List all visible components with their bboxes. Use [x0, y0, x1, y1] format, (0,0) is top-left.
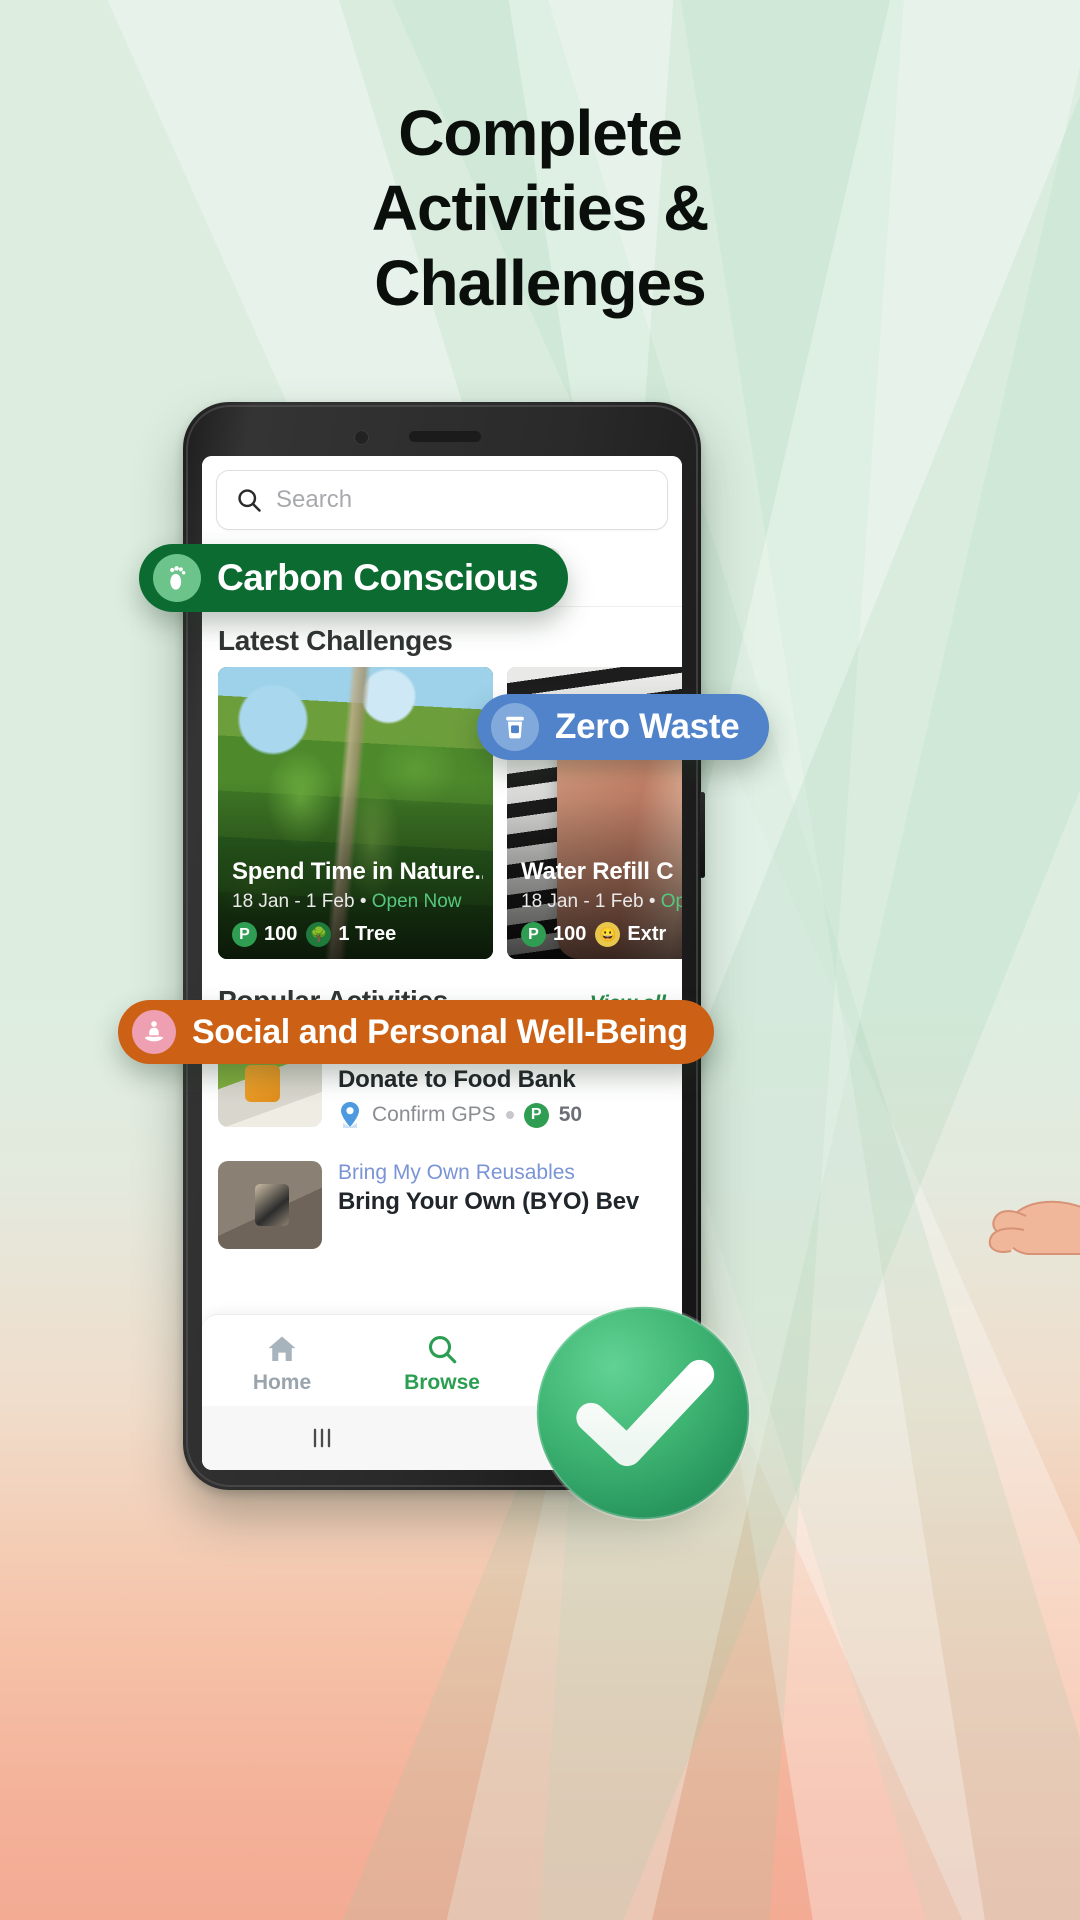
challenge-points: P 100	[521, 922, 586, 947]
nav-item-home[interactable]: Home	[203, 1332, 361, 1395]
challenges-section-title: Latest Challenges	[218, 625, 453, 656]
challenge-rewards: P 100 🌳 1 Tree	[232, 922, 483, 947]
activity-thumbnail	[218, 1161, 322, 1249]
challenge-title: Spend Time in Nature...	[232, 858, 483, 885]
challenge-status: Open Now	[371, 891, 462, 912]
activity-category: Bring My Own Reusables	[338, 1161, 575, 1184]
list-item[interactable]: Bring My Own Reusables Bring Your Own (B…	[202, 1139, 682, 1259]
nav-label-browse: Browse	[404, 1371, 480, 1394]
tree-icon: 🌳	[306, 922, 332, 947]
phone-power-button[interactable]	[700, 792, 705, 878]
badge-label: Carbon Conscious	[217, 557, 538, 598]
search-icon	[238, 489, 261, 512]
challenge-meta: 18 Jan - 1 Feb • Ope	[521, 891, 682, 913]
badge-label: Zero Waste	[555, 707, 740, 746]
challenge-meta: 18 Jan - 1 Feb • Open Now	[232, 891, 483, 913]
reward-value: 1 Tree	[338, 923, 397, 945]
nav-item-browse[interactable]: Browse	[363, 1332, 521, 1395]
points-value: 100	[553, 923, 587, 945]
activity-title: Donate to Food Bank	[338, 1066, 576, 1093]
badge-social-wellbeing[interactable]: Social and Personal Well-Being	[118, 1000, 714, 1064]
search-placeholder: Search	[276, 486, 353, 513]
check-circle-icon	[534, 1304, 752, 1522]
activity-body: Bring My Own Reusables Bring Your Own (B…	[338, 1161, 666, 1216]
challenge-status: Ope	[660, 891, 682, 912]
search-icon	[428, 1335, 457, 1364]
challenge-dates: 18 Jan - 1 Feb	[521, 891, 644, 912]
points-value: 100	[264, 923, 298, 945]
search-bar-container: Search	[202, 456, 682, 538]
challenge-reward: 🌳 1 Tree	[306, 922, 396, 947]
meditation-icon	[132, 1010, 176, 1054]
activity-meta: Confirm GPS P 50	[338, 1101, 666, 1129]
challenge-points: P 100	[232, 922, 297, 947]
challenges-section-header: Latest Challenges	[202, 611, 682, 667]
nav-label-home: Home	[252, 1371, 312, 1394]
map-pin-icon	[341, 1102, 359, 1128]
challenge-rewards: P 100 😀 Extr	[521, 922, 682, 947]
hand-illustration	[988, 1200, 1080, 1255]
badge-carbon-conscious[interactable]: Carbon Conscious	[139, 544, 568, 612]
headline-line-3: Challenges	[374, 246, 706, 319]
badge-zero-waste[interactable]: Zero Waste	[477, 694, 770, 760]
badge-label: Social and Personal Well-Being	[192, 1012, 688, 1051]
trash-bin-icon	[491, 703, 539, 751]
points-p-icon: P	[523, 1102, 549, 1128]
meta-separator: •	[359, 891, 367, 912]
headline-line-2: Activities &	[371, 171, 710, 244]
challenge-reward: 😀 Extr	[595, 922, 666, 947]
activity-title: Bring Your Own (BYO) Bev	[338, 1188, 640, 1215]
challenge-card-text: Water Refill C 18 Jan - 1 Feb • Ope P 10…	[521, 858, 682, 947]
activity-points: 50	[558, 1103, 583, 1126]
phone-camera	[354, 430, 369, 445]
meta-separator: •	[648, 891, 656, 912]
challenge-card-text: Spend Time in Nature... 18 Jan - 1 Feb •…	[232, 858, 483, 947]
footprint-icon	[153, 554, 201, 602]
points-p-icon: P	[521, 922, 546, 947]
reward-value: Extr	[627, 923, 667, 945]
challenge-card[interactable]: Spend Time in Nature... 18 Jan - 1 Feb •…	[218, 667, 493, 959]
extra-icon: 😀	[595, 922, 621, 947]
home-icon	[268, 1336, 296, 1362]
headline-line-1: Complete	[398, 97, 683, 169]
recents-icon[interactable]	[308, 1424, 336, 1452]
challenge-dates: 18 Jan - 1 Feb	[232, 891, 355, 912]
page-title: Complete Activities & Challenges	[0, 96, 1080, 321]
challenge-title: Water Refill C	[521, 858, 674, 885]
phone-speaker	[409, 431, 481, 442]
points-p-icon: P	[232, 922, 257, 947]
activity-verification: Confirm GPS	[372, 1103, 496, 1126]
search-input[interactable]: Search	[216, 470, 668, 530]
meta-separator-dot	[505, 1111, 514, 1119]
